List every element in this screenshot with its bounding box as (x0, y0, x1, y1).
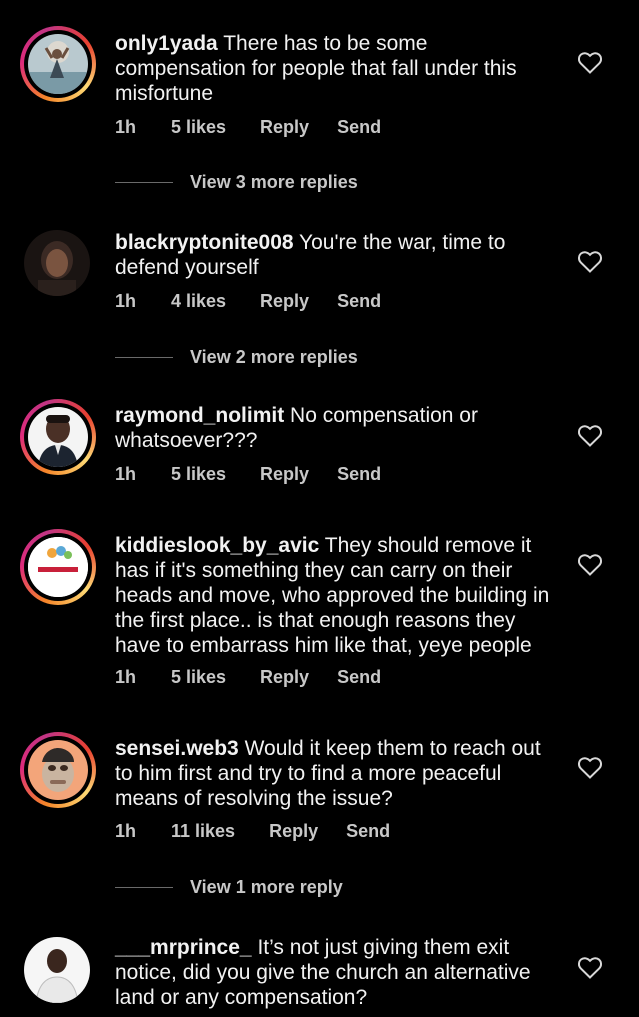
comment-actions: 1h 5 likes Reply Send (115, 667, 381, 688)
avatar-photo (28, 740, 88, 800)
send-button[interactable]: Send (337, 667, 381, 688)
comment-text: sensei.web3 Would it keep them to reach … (115, 736, 560, 811)
avatar[interactable] (20, 399, 96, 475)
likes-count[interactable]: 5 likes (171, 464, 226, 485)
avatar-photo (24, 230, 90, 296)
timestamp: 1h (115, 291, 137, 311)
view-replies-button[interactable]: View 1 more reply (115, 875, 343, 899)
comment-text: ___mrprince_ It’s not just giving them e… (115, 935, 560, 1010)
send-button[interactable]: Send (337, 291, 381, 312)
comment-actions: 1h 5 likes Reply Send (115, 117, 381, 138)
avatar-logo (28, 537, 88, 597)
likes-count[interactable]: 11 likes (171, 821, 235, 842)
username[interactable]: blackryptonite008 (115, 231, 294, 254)
reply-button[interactable]: Reply (260, 291, 309, 312)
comment-text: only1yada There has to be some compensat… (115, 31, 560, 106)
avatar[interactable] (20, 732, 96, 808)
username[interactable]: raymond_nolimit (115, 404, 284, 427)
comment-actions: 1h 5 likes Reply Send (115, 464, 381, 485)
reply-button[interactable]: Reply (260, 464, 309, 485)
like-heart-icon[interactable] (577, 51, 603, 75)
view-replies-button[interactable]: View 2 more replies (115, 345, 358, 369)
send-button[interactable]: Send (337, 464, 381, 485)
username[interactable]: only1yada (115, 32, 218, 55)
likes-count[interactable]: 4 likes (171, 291, 226, 312)
comment-text: raymond_nolimit No compensation or whats… (115, 403, 560, 453)
divider (115, 356, 173, 358)
avatar[interactable] (20, 226, 96, 302)
username[interactable]: sensei.web3 (115, 737, 239, 760)
view-replies-label: View 1 more reply (190, 876, 343, 897)
send-button[interactable]: Send (346, 821, 390, 842)
avatar[interactable] (20, 933, 96, 1009)
reply-button[interactable]: Reply (269, 821, 318, 842)
reply-button[interactable]: Reply (260, 667, 309, 688)
like-heart-icon[interactable] (577, 424, 603, 448)
like-heart-icon[interactable] (577, 756, 603, 780)
like-heart-icon[interactable] (577, 956, 603, 980)
like-heart-icon[interactable] (577, 553, 603, 577)
avatar[interactable] (20, 26, 96, 102)
divider (115, 181, 173, 183)
view-replies-label: View 2 more replies (190, 346, 358, 367)
view-replies-button[interactable]: View 3 more replies (115, 170, 358, 194)
comment-actions: 1h 4 likes Reply Send (115, 291, 381, 312)
comment-text: blackryptonite008 You're the war, time t… (115, 230, 560, 280)
avatar-photo (28, 407, 88, 467)
avatar-photo (24, 937, 90, 1003)
timestamp: 1h (115, 821, 137, 841)
timestamp: 1h (115, 117, 137, 137)
comment-text: kiddieslook_by_avic They should remove i… (115, 533, 560, 658)
username[interactable]: kiddieslook_by_avic (115, 534, 319, 557)
reply-button[interactable]: Reply (260, 117, 309, 138)
avatar-photo (28, 34, 88, 94)
timestamp: 1h (115, 667, 137, 687)
view-replies-label: View 3 more replies (190, 171, 358, 192)
divider (115, 886, 173, 888)
timestamp: 1h (115, 464, 137, 484)
avatar[interactable] (20, 529, 96, 605)
comment-actions: 1h 11 likes Reply Send (115, 821, 390, 842)
likes-count[interactable]: 5 likes (171, 667, 226, 688)
username[interactable]: ___mrprince_ (115, 936, 252, 959)
send-button[interactable]: Send (337, 117, 381, 138)
like-heart-icon[interactable] (577, 250, 603, 274)
likes-count[interactable]: 5 likes (171, 117, 226, 138)
